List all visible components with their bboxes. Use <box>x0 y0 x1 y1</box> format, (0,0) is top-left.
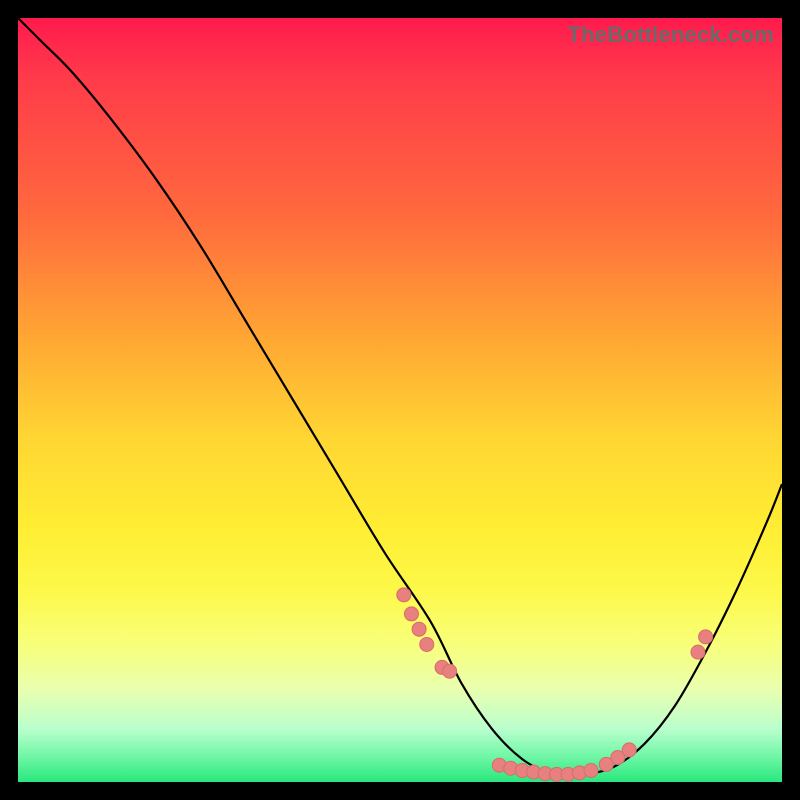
bottleneck-curve-svg <box>18 18 782 782</box>
curve-marker <box>420 637 434 651</box>
curve-marker <box>622 743 636 757</box>
curve-marker <box>699 630 713 644</box>
curve-marker <box>404 607 418 621</box>
curve-markers <box>397 588 713 782</box>
curve-marker <box>584 764 598 778</box>
plot-area: TheBottleneck.com <box>18 18 782 782</box>
chart-container: TheBottleneck.com <box>0 0 800 800</box>
curve-marker <box>691 645 705 659</box>
curve-marker <box>397 588 411 602</box>
curve-marker <box>412 622 426 636</box>
bottleneck-curve-path <box>18 18 782 776</box>
curve-marker <box>443 664 457 678</box>
